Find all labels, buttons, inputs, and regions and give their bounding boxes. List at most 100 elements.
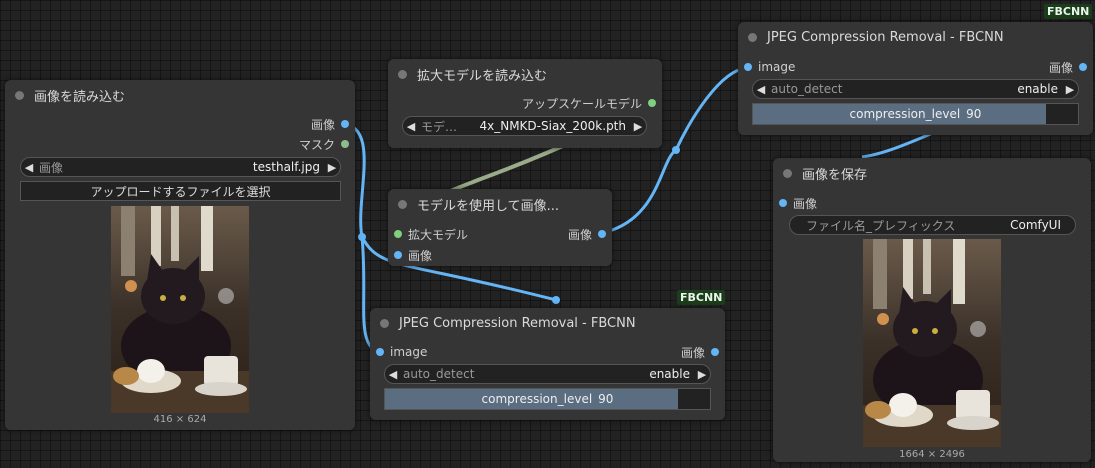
combo-value: ComfyUI (1010, 218, 1061, 232)
arrow-right-icon[interactable]: ▶ (694, 368, 710, 381)
arrow-left-icon[interactable]: ◀ (753, 83, 769, 96)
model-combo[interactable]: ◀ モデ… 4x_NMKD-Siax_200k.pth ▶ (402, 116, 647, 136)
collapse-dot-icon[interactable] (748, 32, 757, 42)
output-slot-image[interactable]: 画像 (311, 116, 349, 132)
slot-label: 拡大モデル (408, 227, 469, 242)
slider-value: 90 (966, 107, 982, 121)
node-title: 拡大モデルを読み込む (417, 68, 548, 84)
node-title-bar[interactable]: JPEG Compression Removal - FBCNN (370, 308, 725, 338)
arrow-left-icon[interactable]: ◀ (21, 161, 37, 174)
compression-level-slider[interactable]: compression_level 90 (384, 388, 711, 410)
slot-dot-icon[interactable] (744, 63, 752, 71)
reroute-dot (672, 146, 680, 154)
input-slot-image[interactable]: 画像 (779, 195, 817, 211)
link-fbcnn-top-to-save (861, 130, 936, 159)
filename-prefix-field[interactable]: ファイル名_プレフィックス ComfyUI (789, 215, 1076, 235)
node-title: 画像を読み込む (34, 89, 126, 105)
slot-dot-icon[interactable] (711, 348, 719, 356)
reroute-dot (358, 233, 366, 241)
output-slot-image[interactable]: 画像 (1049, 59, 1087, 75)
collapse-dot-icon[interactable] (398, 69, 407, 79)
slot-label: image (758, 60, 796, 74)
load-image-node[interactable]: 画像を読み込む 画像 マスク ◀ 画像 testhalf.jpg ▶ アップロー… (5, 80, 355, 430)
upscale-with-model-node[interactable]: モデルを使用して画像... 拡大モデル 画像 画像 (388, 189, 612, 266)
node-title: JPEG Compression Removal - FBCNN (399, 315, 636, 331)
combo-value: 4x_NMKD-Siax_200k.pth (479, 119, 626, 133)
slot-label: 画像 (793, 196, 818, 211)
auto-detect-combo[interactable]: ◀ auto_detect enable ▶ (752, 79, 1079, 99)
slot-label: 画像 (567, 227, 592, 242)
output-slot-upscale-model[interactable]: アップスケールモデル (522, 95, 656, 111)
input-slot-upscale-model[interactable]: 拡大モデル (394, 226, 468, 242)
combo-label: モデ… (421, 119, 458, 134)
slot-dot-icon[interactable] (394, 251, 402, 259)
arrow-left-icon[interactable]: ◀ (385, 368, 401, 381)
compression-level-slider[interactable]: compression_level 90 (752, 103, 1079, 125)
upload-button[interactable]: アップロードするファイルを選択 (20, 181, 341, 201)
slot-dot-icon[interactable] (1079, 63, 1087, 71)
slot-dot-icon[interactable] (341, 120, 349, 128)
arrow-left-icon[interactable]: ◀ (403, 120, 419, 133)
cat-photo-icon (863, 239, 1001, 447)
fbcnn-node-bottom[interactable]: JPEG Compression Removal - FBCNN image 画… (370, 308, 725, 420)
node-body: 拡大モデル 画像 画像 (388, 219, 612, 266)
slot-dot-icon[interactable] (598, 230, 606, 238)
combo-value: enable (649, 367, 690, 381)
node-title: 画像を保存 (802, 167, 868, 183)
slider-value: 90 (598, 392, 614, 406)
slider-label: compression_level (481, 392, 593, 406)
image-combo[interactable]: ◀ 画像 testhalf.jpg ▶ (20, 157, 341, 177)
collapse-dot-icon[interactable] (398, 199, 407, 209)
fbcnn-node-top[interactable]: JPEG Compression Removal - FBCNN image 画… (738, 22, 1093, 135)
arrow-right-icon[interactable]: ▶ (1062, 83, 1078, 96)
slot-label: image (390, 345, 428, 359)
load-upscale-model-node[interactable]: 拡大モデルを読み込む アップスケールモデル ◀ モデ… 4x_NMKD-Siax… (388, 59, 662, 148)
slot-dot-icon[interactable] (394, 230, 402, 238)
node-title: JPEG Compression Removal - FBCNN (767, 29, 1004, 45)
input-slot-image[interactable]: image (376, 344, 427, 360)
node-title-bar[interactable]: 拡大モデルを読み込む (388, 59, 662, 89)
node-title-bar[interactable]: 画像を読み込む (5, 80, 355, 110)
slot-dot-icon[interactable] (648, 99, 656, 107)
slot-label: アップスケールモデル (521, 96, 642, 111)
image-size-label: 416 × 624 (153, 414, 207, 425)
arrow-right-icon[interactable]: ▶ (630, 120, 646, 133)
node-body: 画像 マスク ◀ 画像 testhalf.jpg ▶ アップロードするファイルを… (5, 110, 355, 430)
output-slot-mask[interactable]: マスク (299, 136, 349, 152)
node-title-bar[interactable]: モデルを使用して画像... (388, 189, 612, 219)
cat-photo-icon (111, 206, 249, 413)
node-body: image 画像 ◀ auto_detect enable ▶ compress… (738, 52, 1093, 135)
output-slot-image[interactable]: 画像 (568, 226, 606, 242)
input-slot-image[interactable]: image (744, 59, 795, 75)
slot-dot-icon[interactable] (341, 140, 349, 148)
combo-label: ファイル名_プレフィックス (806, 218, 956, 233)
collapse-dot-icon[interactable] (783, 168, 792, 178)
slot-label: マスク (298, 137, 335, 152)
arrow-right-icon[interactable]: ▶ (324, 161, 340, 174)
output-image-preview (863, 239, 1001, 447)
slot-label: 画像 (1048, 60, 1073, 75)
reroute-dot (552, 296, 560, 304)
collapse-dot-icon[interactable] (380, 318, 389, 328)
combo-label: 画像 (39, 160, 64, 175)
slot-label: 画像 (408, 248, 433, 263)
node-body: アップスケールモデル ◀ モデ… 4x_NMKD-Siax_200k.pth ▶ (388, 89, 662, 148)
combo-value: enable (1017, 82, 1058, 96)
output-slot-image[interactable]: 画像 (681, 344, 719, 360)
collapse-dot-icon[interactable] (15, 90, 24, 100)
slider-label: compression_level (849, 107, 961, 121)
slot-dot-icon[interactable] (376, 348, 384, 356)
node-title-bar[interactable]: 画像を保存 (773, 158, 1091, 188)
node-title: モデルを使用して画像... (417, 198, 560, 214)
fbcnn-badge: FBCNN (1044, 4, 1093, 19)
node-body: 画像 ファイル名_プレフィックス ComfyUI 1664 × 2496 (773, 188, 1091, 462)
save-image-node[interactable]: 画像を保存 画像 ファイル名_プレフィックス ComfyUI 1664 × 24… (773, 158, 1091, 462)
auto-detect-combo[interactable]: ◀ auto_detect enable ▶ (384, 364, 711, 384)
input-slot-image[interactable]: 画像 (394, 247, 432, 263)
slot-label: 画像 (310, 117, 335, 132)
image-size-label: 1664 × 2496 (899, 449, 965, 460)
slot-label: 画像 (680, 345, 705, 360)
node-title-bar[interactable]: JPEG Compression Removal - FBCNN (738, 22, 1093, 52)
slot-dot-icon[interactable] (779, 199, 787, 207)
combo-label: auto_detect (403, 367, 475, 381)
